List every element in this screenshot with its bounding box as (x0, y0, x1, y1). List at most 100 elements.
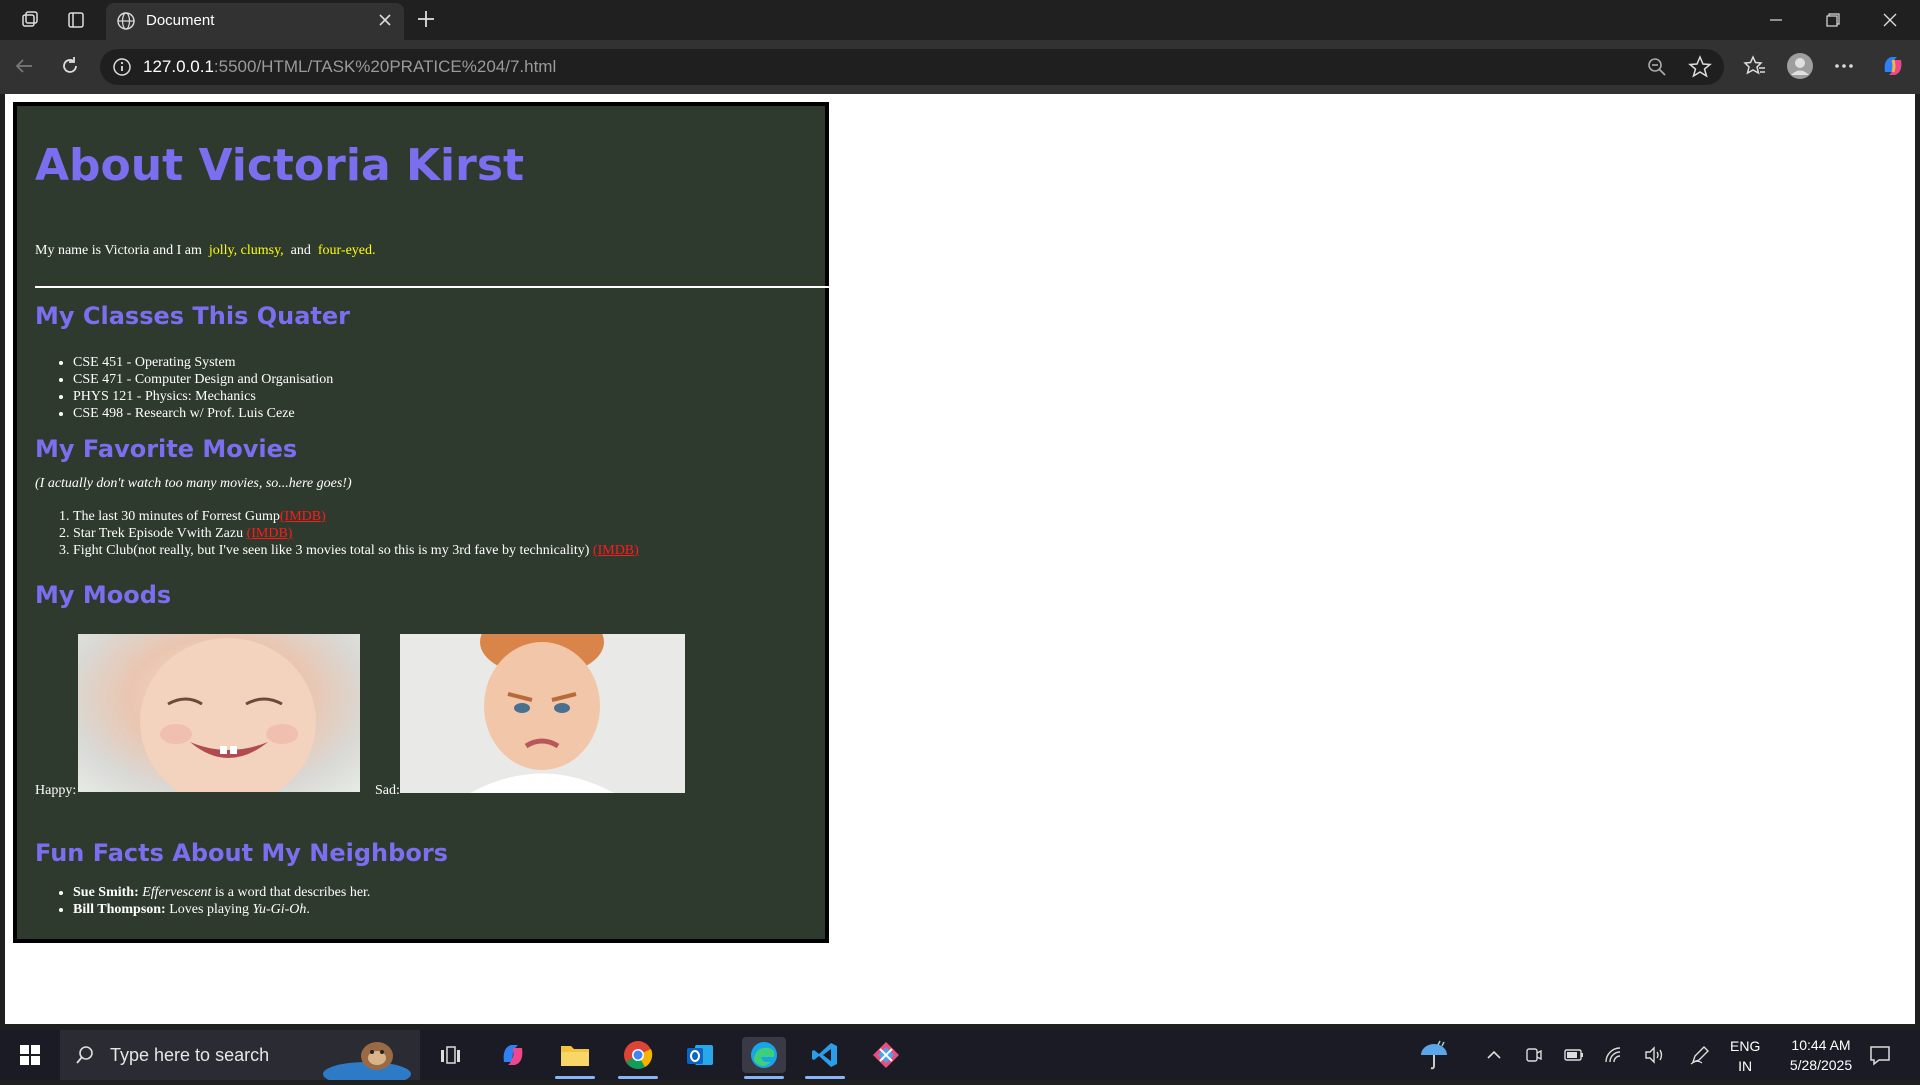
close-window-icon[interactable] (1862, 0, 1918, 40)
address-toolbar: 127.0.0.1:5500/HTML/TASK%20PRATICE%204/7… (0, 40, 1920, 94)
neighbor-emphasis: Effervescent (142, 885, 212, 900)
intro-text: My name is Victoria and I am jolly, clum… (35, 243, 376, 259)
task-view-icon[interactable] (430, 1037, 470, 1073)
divider (35, 286, 829, 288)
snipping-tool-icon[interactable] (866, 1037, 906, 1073)
tab-document[interactable]: Document (106, 3, 404, 40)
more-menu-icon[interactable] (1830, 52, 1858, 80)
close-tab-icon[interactable] (376, 11, 394, 34)
clock-time: 10:44 AM (1791, 1037, 1851, 1053)
running-indicator (744, 1076, 784, 1079)
input-language[interactable]: ENG IN (1730, 1036, 1760, 1076)
imdb-link[interactable]: (IMDB) (593, 543, 639, 558)
trait-clumsy: clumsy, (240, 243, 284, 258)
neighbor-fact-end: . (306, 902, 310, 917)
search-highlight-otter-icon (322, 1034, 412, 1085)
notifications-icon[interactable] (1860, 1037, 1900, 1073)
mood-label-happy: Happy: (35, 783, 77, 798)
running-indicator (618, 1076, 658, 1079)
moods-row: Happy: Sad: (35, 634, 735, 799)
running-indicator (555, 1076, 595, 1079)
mood-label-sad: Sad: (375, 783, 400, 798)
restore-icon[interactable] (1805, 0, 1861, 40)
profile-avatar-icon[interactable] (1786, 52, 1814, 80)
site-info-icon[interactable] (112, 57, 132, 82)
list-item: The last 30 minutes of Forrest Gump(IMDB… (73, 508, 639, 525)
weather-umbrella-icon[interactable] (1414, 1037, 1454, 1073)
classes-list: CSE 451 - Operating System CSE 471 - Com… (35, 354, 333, 422)
tab-title: Document (146, 12, 215, 29)
chrome-icon[interactable] (618, 1037, 658, 1073)
intro-and: and (290, 243, 311, 258)
page-title: About Victoria Kirst (35, 140, 525, 191)
intro-prefix: My name is Victoria and I am (35, 243, 202, 258)
meet-camera-icon[interactable] (1514, 1037, 1554, 1073)
back-icon[interactable] (10, 52, 38, 80)
sad-baby-image (400, 634, 685, 793)
outlook-icon[interactable] (680, 1037, 720, 1073)
start-windows-icon[interactable] (10, 1037, 50, 1073)
list-item: CSE 471 - Computer Design and Organisati… (73, 371, 333, 388)
neighbor-fact: is a word that describes her. (211, 885, 371, 900)
imdb-link[interactable]: (IMDB) (280, 509, 326, 524)
search-placeholder: Type here to search (110, 1045, 270, 1065)
file-explorer-icon[interactable] (555, 1037, 595, 1073)
lang-code: ENG (1730, 1038, 1761, 1054)
neighbor-fact: Loves playing (165, 902, 253, 917)
movies-list: The last 30 minutes of Forrest Gump(IMDB… (35, 508, 639, 559)
pen-icon[interactable] (1680, 1037, 1720, 1073)
list-item: Star Trek Episode Vwith Zazu (IMDB) (73, 525, 639, 542)
tab-actions-icon[interactable] (62, 0, 90, 40)
url-text[interactable]: 127.0.0.1:5500/HTML/TASK%20PRATICE%204/7… (143, 57, 556, 77)
imdb-link[interactable]: (IMDB) (247, 526, 293, 541)
list-item: PHYS 121 - Physics: Mechanics (73, 388, 333, 405)
neighbors-heading: Fun Facts About My Neighbors (35, 839, 448, 867)
copilot-app-icon[interactable] (493, 1037, 533, 1073)
moods-heading: My Moods (35, 581, 172, 609)
trait-four-eyed: four-eyed. (317, 243, 376, 258)
movie-title: Fight Club(not really, but I've seen lik… (73, 543, 593, 558)
clock-date: 5/28/2025 (1789, 1057, 1853, 1073)
movies-note: (I actually don't watch too many movies,… (35, 476, 352, 491)
zoom-icon[interactable] (1646, 56, 1668, 83)
edge-icon[interactable] (742, 1037, 786, 1073)
list-item: Sue Smith: Effervescent is a word that d… (73, 884, 370, 901)
search-icon (74, 1044, 96, 1071)
new-tab-icon[interactable] (415, 8, 437, 35)
favorites-icon[interactable] (1741, 52, 1769, 80)
clock[interactable]: 10:44 AM 5/28/2025 (1776, 1035, 1866, 1075)
list-item: Fight Club(not really, but I've seen lik… (73, 542, 639, 559)
workspaces-icon[interactable] (16, 0, 44, 40)
url-host: 127.0.0.1 (143, 57, 214, 76)
list-item: Bill Thompson: Loves playing Yu-Gi-Oh. (73, 901, 370, 918)
classes-heading: My Classes This Quater (35, 302, 350, 330)
battery-icon[interactable] (1554, 1037, 1594, 1073)
globe-icon (116, 11, 136, 36)
lang-region: IN (1738, 1058, 1753, 1074)
volume-icon[interactable] (1634, 1037, 1674, 1073)
taskbar-search[interactable]: Type here to search (60, 1030, 420, 1085)
taskbar: Type here to search ENG IN 10:44 AM 5/28… (0, 1030, 1920, 1085)
url-path: :5500/HTML/TASK%20PRATICE%204/7.html (213, 57, 557, 76)
movie-title: The last 30 minutes of Forrest Gump (73, 509, 280, 524)
refresh-icon[interactable] (56, 52, 84, 80)
show-hidden-icons-chevron-up-icon[interactable] (1474, 1037, 1514, 1073)
minimize-icon[interactable] (1748, 0, 1804, 40)
running-indicator (805, 1076, 845, 1079)
page-viewport: About Victoria Kirst My name is Victoria… (5, 94, 1915, 1024)
movies-heading: My Favorite Movies (35, 435, 298, 463)
happy-baby-image (78, 634, 360, 792)
movie-title: Star Trek Episode Vwith Zazu (73, 526, 247, 541)
address-bar[interactable]: 127.0.0.1:5500/HTML/TASK%20PRATICE%204/7… (100, 49, 1724, 85)
trait-jolly: jolly, (208, 243, 238, 258)
neighbor-emphasis: Yu-Gi-Oh (252, 902, 307, 917)
favorite-star-icon[interactable] (1688, 55, 1712, 84)
vscode-icon[interactable] (805, 1037, 845, 1073)
browser-title-bar: Document (0, 0, 1920, 40)
neighbor-name: Bill Thompson: (73, 902, 166, 917)
list-item: CSE 498 - Research w/ Prof. Luis Ceze (73, 405, 333, 422)
profile-card: About Victoria Kirst My name is Victoria… (13, 102, 829, 943)
wifi-icon[interactable] (1594, 1037, 1634, 1073)
copilot-icon[interactable] (1879, 52, 1907, 80)
list-item: CSE 451 - Operating System (73, 354, 333, 371)
